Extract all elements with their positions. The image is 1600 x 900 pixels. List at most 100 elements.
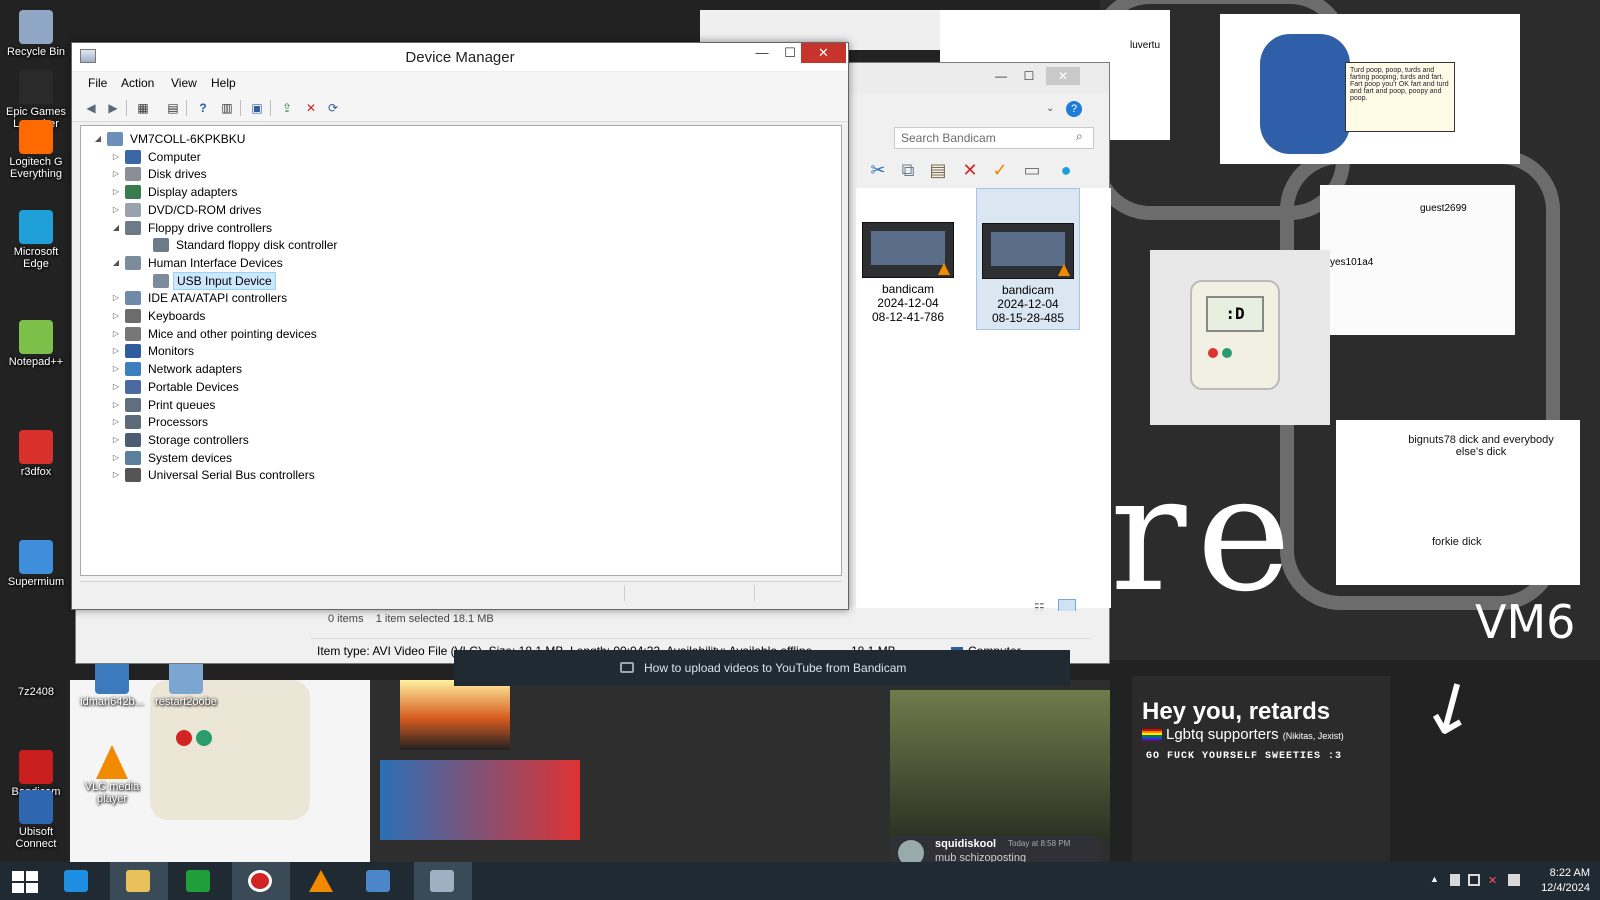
share-icon[interactable]: ● [1054, 158, 1078, 182]
avatar [898, 840, 924, 862]
wallpaper-discord-message: squidiskool Today at 8:58 PM mub schizop… [890, 836, 1100, 862]
properties-icon[interactable]: ▭ [1020, 158, 1044, 182]
device-manager-window[interactable]: Device Manager — ☐ ✕ File Action View He… [71, 42, 849, 610]
desktop-icon-label: Recycle Bin [6, 46, 66, 58]
expand-arrow-icon[interactable]: ▷ [111, 183, 121, 201]
tree-node-label: Human Interface Devices [148, 255, 283, 270]
uninstall-device-icon[interactable]: ✕ [302, 99, 320, 117]
chevron-down-icon[interactable]: ⌄ [1046, 103, 1054, 114]
flag-icon[interactable] [1450, 874, 1460, 886]
desktop-icon-notepad-[interactable]: Notepad++ [0, 320, 72, 368]
desktop-icon-r3dfox[interactable]: r3dfox [0, 430, 72, 478]
monitor-icon[interactable]: ▣ [248, 99, 266, 117]
status-cell [754, 585, 755, 601]
back-icon[interactable]: ◀ [82, 99, 100, 117]
desktop-icon-vlc-media-player[interactable]: VLC media player [76, 745, 148, 805]
show-hidden-icons-icon[interactable]: ▲ [1430, 874, 1442, 886]
maximize-button[interactable]: ☐ [776, 45, 804, 65]
bandicam-notice-bar[interactable]: How to upload videos to YouTube from Ban… [454, 650, 1070, 686]
expand-arrow-icon[interactable]: ▷ [111, 378, 121, 396]
wallpaper-offroad-car [890, 690, 1110, 840]
bandicam-notice-text[interactable]: How to upload videos to YouTube from Ban… [644, 661, 906, 675]
search-icon[interactable]: ⌕ [1076, 129, 1083, 144]
tree-node-label: Portable Devices [148, 379, 239, 394]
collapse-arrow-icon[interactable]: ◢ [93, 130, 103, 148]
expand-arrow-icon[interactable]: ▷ [111, 342, 121, 360]
desktop-icon-microsoft-edge[interactable]: Microsoft Edge [0, 210, 72, 270]
desktop-icon-logitech-g-everything[interactable]: Logitech G Everything [0, 120, 72, 180]
app-icon [19, 320, 53, 354]
desktop-icon-recycle-bin[interactable]: Recycle Bin [0, 10, 72, 58]
expand-arrow-icon[interactable]: ▷ [111, 148, 121, 166]
store-icon [186, 870, 210, 892]
expand-arrow-icon[interactable]: ▷ [111, 201, 121, 219]
help-icon[interactable]: ? [194, 99, 212, 117]
tree-node-label: Universal Serial Bus controllers [148, 468, 315, 483]
expand-arrow-icon[interactable]: ▷ [111, 466, 121, 484]
cut-icon[interactable]: ✂ [866, 158, 890, 182]
explorer-maximize-button[interactable]: ☐ [1016, 67, 1042, 85]
expand-arrow-icon[interactable]: ▷ [111, 449, 121, 467]
expand-arrow-icon[interactable]: ▷ [111, 325, 121, 343]
menu-view[interactable]: View [171, 76, 197, 90]
scan-hardware-icon[interactable]: ⟳ [324, 99, 342, 117]
expand-arrow-icon[interactable]: ▷ [111, 307, 121, 325]
taskbar-internet-explorer-button[interactable] [48, 862, 106, 900]
taskbar-remote-desktop-button[interactable] [350, 862, 408, 900]
explorer-close-button[interactable]: ✕ [1046, 67, 1080, 85]
expand-arrow-icon[interactable]: ▷ [111, 360, 121, 378]
update-driver-icon[interactable]: ⇪ [278, 99, 296, 117]
desktop-icon-7z2408[interactable]: 7z2408 [0, 650, 72, 698]
expand-arrow-icon[interactable]: ▷ [111, 289, 121, 307]
file-item[interactable]: bandicam 2024-12-04 08-12-41-786 [856, 188, 960, 330]
volume-muted-icon[interactable]: ✕ [1488, 874, 1500, 887]
menu-help[interactable]: Help [211, 76, 236, 90]
explorer-minimize-button[interactable]: — [988, 67, 1014, 85]
menu-file[interactable]: File [88, 76, 107, 90]
delete-icon[interactable]: ✕ [958, 158, 982, 182]
taskbar-bandicam-button[interactable] [232, 862, 290, 900]
close-button[interactable]: ✕ [801, 43, 846, 63]
file-item[interactable]: bandicam 2024-12-04 08-15-28-485 [976, 188, 1080, 330]
device-manager-titlebar[interactable]: Device Manager — ☐ ✕ [72, 43, 848, 71]
properties-icon[interactable]: ▤ [164, 99, 182, 117]
disk-drive-icon [125, 167, 141, 182]
expand-arrow-icon[interactable]: ▷ [111, 165, 121, 183]
taskbar-vlc-button[interactable] [292, 862, 350, 900]
app-icon [19, 10, 53, 44]
forward-icon[interactable]: ▶ [104, 99, 122, 117]
search-input[interactable]: Search Bandicam [894, 127, 1094, 149]
app-icon [19, 70, 53, 104]
desktop-icon-restart2oobe[interactable]: restart2oobe [150, 660, 222, 708]
meme-line-2-text: Lgbtq supporters [1166, 726, 1279, 743]
expand-arrow-icon[interactable]: ▷ [111, 396, 121, 414]
drawing-note-1: bignuts78 dick and everybody else's dick [1408, 434, 1554, 458]
collapse-arrow-icon[interactable]: ◢ [111, 219, 121, 237]
expand-arrow-icon[interactable]: ▷ [111, 413, 121, 431]
minimize-button[interactable]: — [748, 45, 776, 65]
network-icon[interactable] [1468, 874, 1480, 886]
desktop-icon-idman642b-[interactable]: idman642b... [76, 660, 148, 708]
collapse-arrow-icon[interactable]: ◢ [111, 254, 121, 272]
taskbar-store-button[interactable] [170, 862, 228, 900]
copy-icon[interactable]: ⧉ [896, 158, 920, 182]
tree-node-label: Standard floppy disk controller [176, 238, 338, 253]
help-icon[interactable]: ? [1066, 101, 1082, 117]
menu-action[interactable]: Action [121, 76, 154, 90]
internet-explorer-icon [64, 870, 88, 892]
paste-icon[interactable]: ▤ [926, 158, 950, 182]
desktop-icon-supermium[interactable]: Supermium [0, 540, 72, 588]
taskbar-file-explorer-button[interactable] [110, 862, 168, 900]
expand-arrow-icon[interactable]: ▷ [111, 431, 121, 449]
keyboard-icon[interactable] [1508, 874, 1520, 886]
clock-time[interactable]: 8:22 AM [1536, 867, 1590, 879]
desktop-icon-ubisoft-connect[interactable]: Ubisoft Connect [0, 790, 72, 850]
vlc-cone-icon [938, 263, 950, 275]
taskbar-device-manager-button[interactable] [414, 862, 472, 900]
clock-date[interactable]: 12/4/2024 [1536, 882, 1590, 894]
file-time: 08-12-41-786 [871, 310, 945, 324]
file-time: 08-15-28-485 [991, 311, 1065, 325]
show-hide-console-tree-icon[interactable]: ▦ [134, 99, 152, 117]
rename-icon[interactable]: ✓ [988, 158, 1012, 182]
action-pane-icon[interactable]: ▥ [218, 99, 236, 117]
